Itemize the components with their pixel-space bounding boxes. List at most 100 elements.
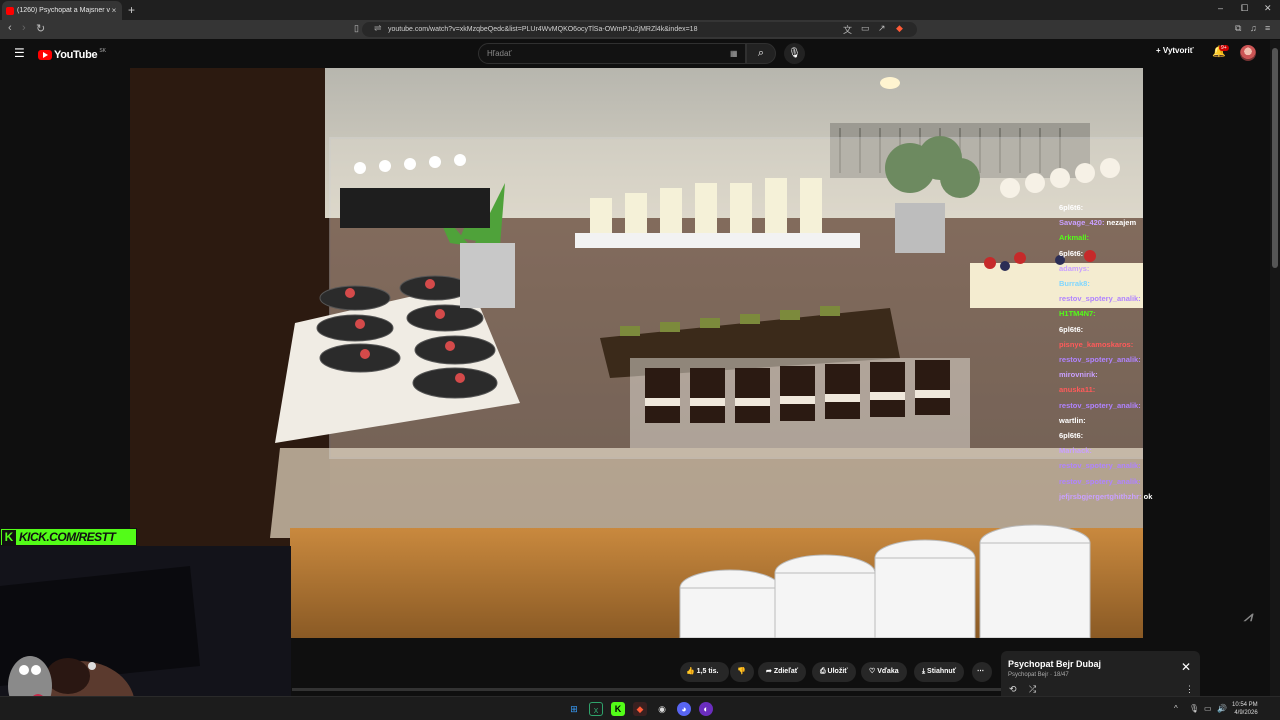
close-window-button[interactable]: ✕ [1264,3,1272,14]
tray-mic-icon[interactable]: 🎙 [1189,704,1199,713]
save-label: Uložiť [827,668,848,675]
chat-message: Arkmall: [1059,230,1169,245]
stream-chat-overlay: 6pl6t6: Savage_420: nezajem Arkmall: 6pl6… [1059,200,1169,504]
chat-message: H1TM4N7: [1059,306,1169,321]
download-label: Stiahnuť [927,668,957,675]
translate-icon[interactable]: 文 [843,23,852,36]
bookmark-icon[interactable]: ▯ [354,23,359,34]
playlist-title[interactable]: Psychopat Bejr Dubaj [1008,659,1101,669]
back-icon[interactable]: ‹ [8,22,12,34]
chat-username: restov_spotery_analik: [1059,476,1141,486]
new-tab-button[interactable]: + [128,3,135,17]
chat-username: Burrak8: [1059,279,1090,289]
chat-username: restov_spotery_analik: [1059,461,1141,471]
chat-username: 6pl6t6: [1059,324,1084,334]
chat-message: jefjrsbgjergertghithzhr: ok [1059,489,1169,504]
page-scrollbar[interactable] [1270,40,1280,700]
chat-message: mirovnirik: [1059,367,1169,382]
brave-browser-icon[interactable]: ◆ [633,702,647,716]
youtube-logo[interactable]: YouTube SK [38,48,106,61]
url-field[interactable]: youtube.com/watch?v=xkMzqbeQedc&list=PLU… [362,22,917,37]
shuffle-icon[interactable]: ⤮ [1029,684,1036,695]
search-input[interactable]: Hľadať [478,43,746,64]
tab-close-icon[interactable]: × [110,6,118,15]
voice-search-button[interactable]: 🎙 [784,43,805,64]
create-button[interactable]: + Vytvoriť [1156,46,1194,55]
chat-text: nezajem [1106,218,1137,228]
keyboard-icon[interactable]: ▦ [730,49,738,58]
excel-icon[interactable]: x [589,702,603,716]
save-playlist-icon: ⎙ [820,668,828,675]
chat-message: 6pl6t6: [1059,322,1169,337]
chat-username: 6pl6t6: [1059,431,1084,441]
notification-badge: 9+ [1219,45,1229,51]
chat-username: H1TM4N7: [1059,309,1096,319]
clock-time: 10:54 PM [1232,702,1258,708]
browser-tab[interactable]: (1260) Psychopat a Majsner v × [2,1,122,20]
chat-username: restov_spotery_analik: [1059,355,1141,365]
chat-message: restov_spotery_analik: [1059,291,1169,306]
taskbar-clock[interactable]: 10:54 PM 4/9/2026 [1232,701,1258,717]
chat-username: Savage_420: [1059,218,1105,228]
chat-message: restov_spotery_analik: [1059,398,1169,413]
hamburger-menu-icon[interactable]: ☰ [14,46,25,60]
browser-address-bar: ‹ › ↻ ▯ youtube.com/watch?v=xkMzqbeQedc&… [0,20,1280,39]
thanks-button[interactable]: ♡ Vďaka [861,662,907,682]
tray-network-icon[interactable]: ▭ [1204,704,1212,713]
chat-username: pisnye_kamoskaros: [1059,339,1134,349]
brave-shield-icon[interactable]: ◆ [896,23,903,34]
kick-app-icon[interactable]: K [611,702,625,716]
media-icon[interactable]: ♫ [1250,23,1257,33]
chat-message: 6pl6t6: [1059,246,1169,261]
microphone-icon: 🎙 [788,48,801,59]
account-avatar[interactable] [1240,45,1256,61]
twitch-app-icon[interactable]: ◐ [699,702,713,716]
country-code: SK [99,48,106,54]
kebab-menu-icon[interactable]: ⋮ [1185,684,1194,695]
tray-volume-icon[interactable]: 🔊 [1217,704,1227,713]
plus-icon: + [1156,46,1163,55]
kick-logo-icon: K [2,530,16,545]
more-actions-button[interactable]: ⋯ [972,662,992,682]
maximize-button[interactable]: ⧠ [1241,3,1248,14]
chat-message: 6pl6t6: [1059,428,1169,443]
site-info-icon[interactable]: ⇌ [374,23,382,34]
forward-icon[interactable]: › [22,22,26,34]
close-icon[interactable]: ✕ [1181,660,1191,674]
loop-icon[interactable]: ⟲ [1009,684,1017,695]
chat-username: wartlin: [1059,415,1086,425]
save-button[interactable]: ⎙ Uložiť [812,662,856,682]
search-button[interactable]: ⌕ [746,43,776,64]
start-windows-icon[interactable]: ⊞ [567,702,581,716]
download-button[interactable]: ⤓ Stiahnuť [914,662,965,682]
discord-icon[interactable]: ◕ [677,702,691,716]
reload-icon[interactable]: ↻ [36,22,45,35]
search-icon: ⌕ [757,47,765,59]
dislike-button[interactable]: 👎 [730,662,754,682]
chat-username: mirovnirik: [1059,370,1098,380]
heart-dollar-icon: ♡ [869,668,878,675]
share-button[interactable]: ➦ Zdieľať [758,662,807,682]
share-page-icon[interactable]: ↗ [878,23,886,34]
scrollbar-thumb[interactable] [1272,48,1278,268]
thumbs-up-icon: 👍 [686,668,697,675]
streamer-watermark-icon: ⩘ [1244,608,1252,624]
chat-message: wartlin: [1059,413,1169,428]
kick-url-text: KICK.COM/RESTT [19,530,116,544]
chat-username: 6pl6t6: [1059,203,1084,212]
windows-taskbar: ⊞ x K ◆ ◉ ◕ ◐ ^ 🎙 ▭ 🔊 10:54 PM 4/9/2026 [0,696,1280,720]
tray-expand-icon[interactable]: ^ [1174,704,1178,713]
like-button[interactable]: 👍 1,5 tis. [680,662,729,682]
obs-icon[interactable]: ◉ [655,702,669,716]
extensions-icon[interactable]: ⧉ [1235,23,1241,34]
playlist-panel[interactable]: Psychopat Bejr Dubaj Psychopat Bejr · 18… [1001,651,1200,701]
chat-text: ok [1143,491,1153,501]
webcam-overlay [0,546,291,720]
chat-message: Burrak8: [1059,276,1169,291]
menu-icon[interactable]: ≡ [1265,23,1270,33]
minimize-button[interactable]: – [1218,3,1223,13]
chat-username: anuska11: [1059,385,1096,395]
chat-message: anuska11: [1059,382,1169,397]
tab-title: (1260) Psychopat a Majsner v [17,7,110,14]
cast-icon[interactable]: ▭ [861,23,870,34]
